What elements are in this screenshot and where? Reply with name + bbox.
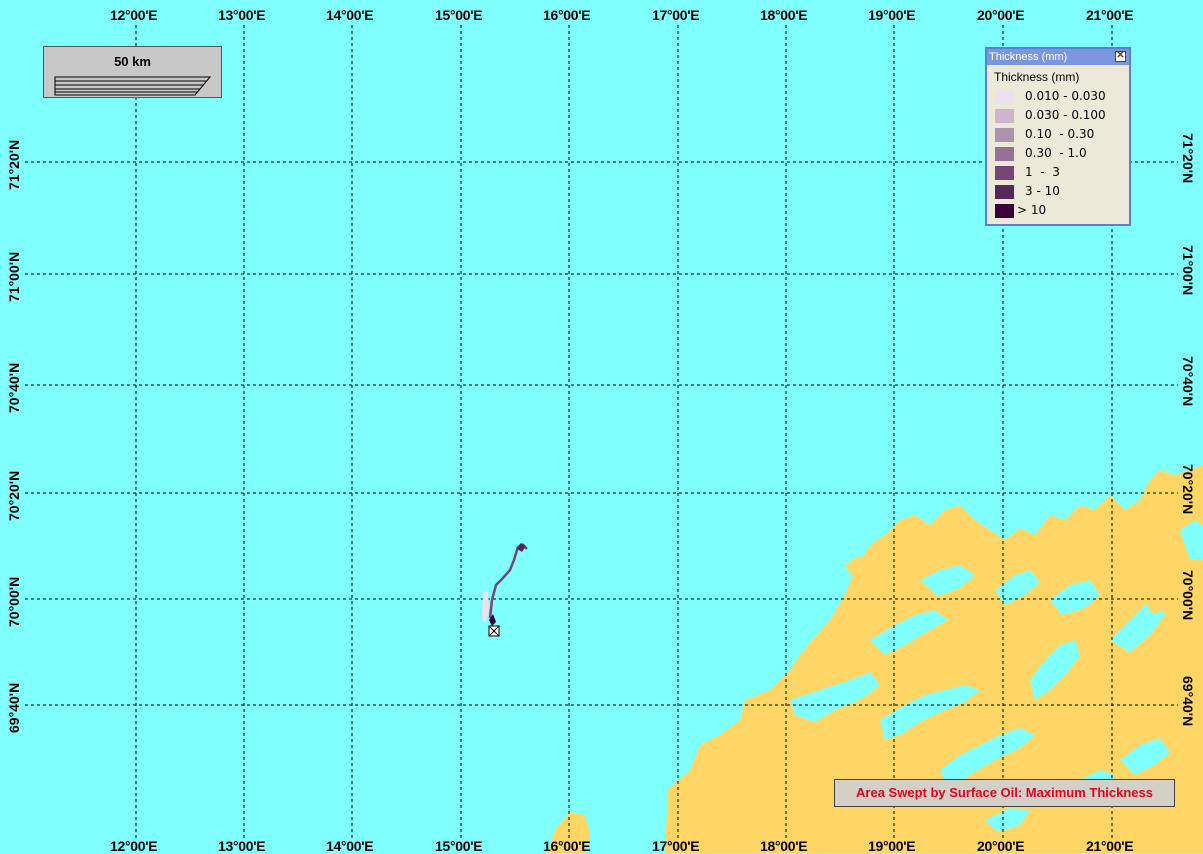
longitude-label: 12°00'E (110, 838, 158, 854)
release-point-marker (488, 625, 500, 637)
legend-item: 0.10 - 0.30 (987, 125, 1129, 144)
legend-item: 0.30 - 1.0 (987, 144, 1129, 163)
latitude-label: 70°40'N (1180, 356, 1196, 407)
latitude-label: 70°00'N (6, 576, 22, 627)
latitude-label: 69°40'N (6, 682, 22, 733)
longitude-label: 20°00'E (977, 838, 1025, 854)
longitude-label: 13°00'E (218, 838, 266, 854)
legend-heading: Thickness (mm) (994, 70, 1080, 84)
legend-titlebar[interactable]: Thickness (mm) ✕ (987, 49, 1129, 65)
legend-label: 0.030 - 0.100 (1025, 108, 1106, 122)
legend-swatch (995, 166, 1014, 180)
scale-bar: 50 km (43, 46, 222, 98)
latitude-label: 71°20'N (6, 139, 22, 190)
longitude-label: 20°00'E (977, 7, 1025, 23)
legend-item: 0.010 - 0.030 (987, 87, 1129, 106)
longitude-label: 18°00'E (760, 7, 808, 23)
latitude-label: 70°20'N (1180, 464, 1196, 515)
longitude-label: 21°00'E (1086, 7, 1134, 23)
legend-label: 0.010 - 0.030 (1025, 89, 1106, 103)
longitude-label: 15°00'E (435, 7, 483, 23)
legend-label: 0.10 - 0.30 (1025, 127, 1095, 141)
legend-swatch (995, 204, 1014, 218)
legend-item: 1 - 3 (987, 163, 1129, 182)
legend-label: 3 - 10 (1025, 184, 1060, 198)
legend-label: 0.30 - 1.0 (1025, 146, 1087, 160)
latitude-label: 69°40'N (1180, 676, 1196, 727)
longitude-label: 19°00'E (868, 7, 916, 23)
legend-item: > 10 (987, 201, 1129, 220)
latitude-label: 70°00'N (1180, 570, 1196, 621)
scale-bar-label: 50 km (114, 54, 151, 69)
legend-items: 0.010 - 0.030 0.030 - 0.100 0.10 - 0.30 0.3… (987, 87, 1129, 220)
longitude-label: 18°00'E (760, 838, 808, 854)
legend-swatch (995, 90, 1014, 104)
longitude-label: 14°00'E (326, 7, 374, 23)
close-icon[interactable]: ✕ (1115, 51, 1126, 62)
longitude-label: 12°00'E (110, 7, 158, 23)
thickness-legend-window[interactable]: Thickness (mm) ✕ Thickness (mm) 0.010 - … (985, 47, 1131, 226)
legend-item: 0.030 - 0.100 (987, 106, 1129, 125)
longitude-label: 17°00'E (652, 7, 700, 23)
longitude-label: 21°00'E (1086, 838, 1134, 854)
legend-swatch (995, 147, 1014, 161)
legend-swatch (995, 128, 1014, 142)
latitude-label: 70°20'N (6, 470, 22, 521)
legend-window-title: Thickness (mm) (989, 51, 1068, 63)
legend-label: 1 - 3 (1025, 165, 1060, 179)
longitude-label: 16°00'E (543, 7, 591, 23)
longitude-label: 16°00'E (543, 838, 591, 854)
legend-label: > 10 (1017, 203, 1047, 217)
latitude-label: 70°40'N (6, 362, 22, 413)
latitude-label: 71°20'N (1180, 133, 1196, 184)
longitude-label: 15°00'E (435, 838, 483, 854)
longitude-label: 14°00'E (326, 838, 374, 854)
legend-swatch (995, 185, 1014, 199)
legend-swatch (995, 109, 1014, 123)
longitude-label: 13°00'E (218, 7, 266, 23)
legend-item: 3 - 10 (987, 182, 1129, 201)
latitude-label: 71°00'N (6, 251, 22, 302)
latitude-label: 71°00'N (1180, 245, 1196, 296)
map-caption: Area Swept by Surface Oil: Maximum Thick… (834, 779, 1175, 807)
longitude-label: 19°00'E (868, 838, 916, 854)
longitude-label: 17°00'E (652, 838, 700, 854)
